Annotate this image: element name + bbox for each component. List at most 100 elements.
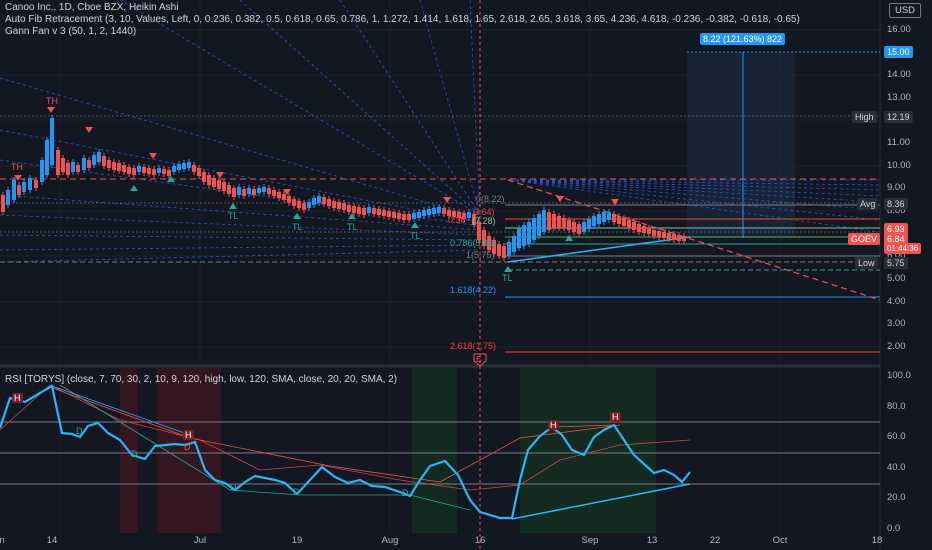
candle-body bbox=[312, 198, 316, 205]
candle-body bbox=[192, 165, 196, 172]
candle-body bbox=[682, 236, 686, 241]
candle-body bbox=[45, 140, 49, 175]
candle-body bbox=[677, 235, 681, 241]
candle-body bbox=[537, 214, 541, 236]
candle-body bbox=[587, 219, 591, 229]
candle-body bbox=[397, 213, 401, 219]
time-axis-label: 16 bbox=[474, 535, 486, 546]
rsi-divergence-marker: D bbox=[131, 449, 138, 459]
candle-body bbox=[522, 225, 526, 246]
currency-button[interactable]: USD bbox=[889, 3, 921, 18]
candle-body bbox=[66, 163, 70, 175]
candle-body bbox=[637, 224, 641, 232]
rsi-legend[interactable]: RSI [TORYS] (close, 7, 70, 30, 2, 10, 9,… bbox=[5, 374, 397, 385]
candle-body bbox=[662, 232, 666, 238]
candle-body bbox=[502, 246, 506, 258]
candle-body bbox=[342, 203, 346, 210]
candle-body bbox=[61, 158, 65, 172]
candle-body bbox=[317, 196, 321, 203]
price-axis-label: 5.00 bbox=[887, 273, 906, 284]
candle-body bbox=[177, 164, 181, 170]
candle-body bbox=[627, 220, 631, 228]
price-axis-label: 16.00 bbox=[887, 24, 911, 35]
rsi-divergence-marker: D bbox=[293, 487, 300, 497]
candle-body bbox=[277, 192, 281, 198]
candle-body bbox=[182, 163, 186, 169]
candle-body bbox=[527, 222, 531, 244]
candle-body bbox=[422, 210, 426, 216]
candle-body bbox=[147, 168, 151, 174]
candle-body bbox=[352, 206, 356, 213]
candle-body bbox=[402, 214, 406, 220]
time-axis-label: Sep bbox=[581, 535, 599, 546]
fib-legend[interactable]: Auto Fib Retracement (3, 10, Values, Lef… bbox=[5, 14, 800, 25]
avg-value: 8.36 bbox=[884, 198, 908, 210]
candle-body bbox=[557, 216, 561, 228]
event-label[interactable]: E bbox=[476, 355, 481, 364]
candle-body bbox=[592, 216, 596, 226]
candle-body bbox=[292, 199, 296, 206]
candle-body bbox=[117, 163, 121, 171]
candle-body bbox=[347, 205, 351, 212]
candle-body bbox=[442, 208, 446, 214]
candle-body bbox=[632, 222, 636, 230]
rsi-axis-label: 100.0 bbox=[887, 370, 911, 381]
time-axis-label: 22 bbox=[709, 535, 721, 546]
candle-body bbox=[132, 168, 136, 175]
price-axis-label: 3.00 bbox=[887, 318, 906, 329]
candle-body bbox=[612, 214, 616, 222]
chart-canvas[interactable] bbox=[0, 0, 932, 550]
symbol-tag: GOEV bbox=[848, 233, 881, 245]
candle-body bbox=[322, 197, 326, 204]
candle-body bbox=[137, 166, 141, 172]
candle-body bbox=[467, 212, 471, 218]
candle-body bbox=[127, 167, 131, 174]
candle-body bbox=[432, 208, 436, 214]
candle-body bbox=[167, 170, 171, 176]
candle-body bbox=[437, 207, 441, 213]
top-low-marker: TL bbox=[292, 222, 303, 232]
candle-body bbox=[597, 214, 601, 224]
time-axis-label: Aug bbox=[381, 535, 399, 546]
gann-legend[interactable]: Gann Fan v 3 (50, 1, 2, 1440) bbox=[5, 26, 136, 37]
avg-label: Avg bbox=[857, 198, 879, 210]
candle-body bbox=[497, 244, 501, 256]
candle-body bbox=[272, 190, 276, 196]
top-high-marker: TH bbox=[46, 96, 58, 106]
candle-body bbox=[257, 188, 261, 193]
candle-body bbox=[237, 187, 241, 195]
fib-label-1: 1(5.75) bbox=[466, 250, 495, 260]
high-label: High bbox=[852, 111, 877, 123]
candle-body bbox=[417, 212, 421, 218]
rsi-high-marker: H bbox=[12, 393, 23, 403]
candle-body bbox=[162, 169, 166, 174]
candle-body bbox=[302, 203, 306, 210]
candle-body bbox=[222, 182, 226, 191]
price-axis-label: 10.00 bbox=[887, 160, 911, 171]
measure-tag: 8.22 (121.63%) 822 bbox=[700, 33, 786, 45]
rsi-high-marker: H bbox=[548, 420, 559, 430]
candle-body bbox=[197, 168, 201, 176]
candle-body bbox=[12, 180, 16, 200]
candle-body bbox=[40, 160, 44, 182]
candle-body bbox=[517, 228, 521, 248]
candle-body bbox=[567, 220, 571, 230]
price-axis-label: 13.00 bbox=[887, 92, 911, 103]
candle-body bbox=[297, 201, 301, 208]
low-value: 5.75 bbox=[884, 257, 908, 269]
candle-body bbox=[547, 212, 551, 230]
candle-body bbox=[87, 160, 91, 168]
candle-body bbox=[572, 222, 576, 232]
candle-body bbox=[71, 162, 75, 172]
time-axis-label: n bbox=[0, 535, 5, 546]
candle-body bbox=[287, 196, 291, 203]
rsi-axis-label: 40.0 bbox=[887, 462, 906, 473]
fib-label-382: 0.38 bbox=[448, 215, 466, 225]
price-axis-label: 2.00 bbox=[887, 341, 906, 352]
candle-body bbox=[34, 180, 38, 188]
candle-body bbox=[187, 162, 191, 168]
candle-body bbox=[667, 233, 671, 239]
rsi-axis-label: 60.0 bbox=[887, 431, 906, 442]
candle-body bbox=[657, 231, 661, 237]
candle-body bbox=[282, 194, 286, 200]
